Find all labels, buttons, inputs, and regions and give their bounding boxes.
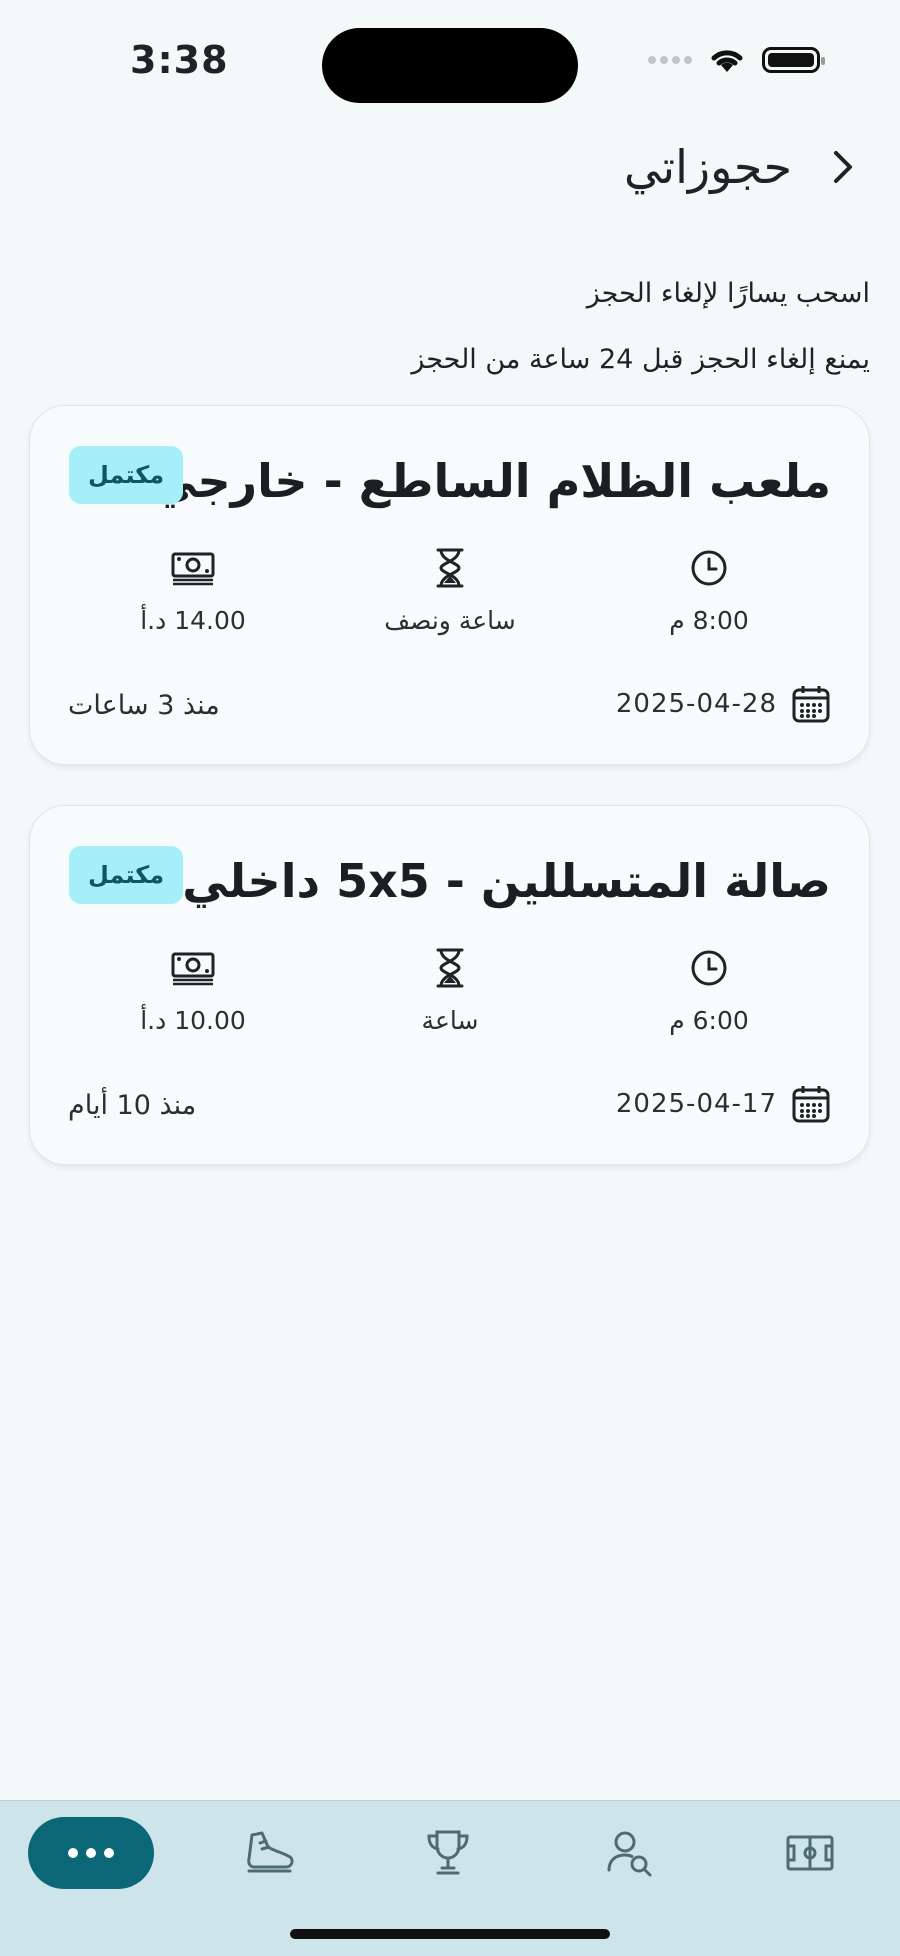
booking-card[interactable]: ملعب الظلام الساطع - خارجي مكتمل 8:00 م … [29, 405, 870, 765]
duration-value: ساعة ونصف [384, 606, 516, 635]
field-icon [786, 1835, 834, 1871]
booked-ago: منذ 3 ساعات [68, 690, 220, 721]
duration-value: ساعة [421, 1006, 479, 1035]
page-title: حجوزاتي [623, 140, 792, 194]
bottom-nav [0, 1800, 900, 1956]
booking-title: ملعب الظلام الساطع - خارجي [150, 454, 831, 508]
date-value: 2025-04-28 [615, 689, 777, 719]
clock-icon [691, 950, 727, 986]
status-bar: 3:38 [0, 0, 900, 130]
calendar-icon [792, 1086, 830, 1123]
calendar-icon [792, 686, 830, 723]
money-icon [171, 952, 215, 986]
user-search-icon [607, 1831, 652, 1877]
booking-card[interactable]: صالة المتسللين - 5x5 داخلي مكتمل 6:00 م … [29, 805, 870, 1165]
nav-trophy-button[interactable] [418, 1823, 478, 1883]
nav-more-button[interactable] [28, 1817, 154, 1889]
money-icon [171, 552, 215, 586]
hourglass-icon [436, 948, 464, 988]
clock-icon [691, 550, 727, 586]
swipe-hint: اسحب يسارًا لإلغاء الحجز [586, 278, 870, 309]
wifi-icon [711, 50, 743, 72]
home-indicator [290, 1929, 610, 1939]
shoe-icon [247, 1831, 294, 1873]
page-header: حجوزاتي [624, 140, 860, 194]
status-badge: مكتمل [69, 446, 183, 504]
back-chevron-icon[interactable] [826, 150, 860, 184]
booking-price: 10.00 د.أ [83, 946, 303, 1035]
booking-time: 8:00 م [599, 546, 819, 635]
nav-field-button[interactable] [780, 1823, 840, 1883]
booking-price: 14.00 د.أ [83, 546, 303, 635]
status-badge: مكتمل [69, 846, 183, 904]
date-value: 2025-04-17 [615, 1089, 777, 1119]
price-value: 14.00 د.أ [140, 606, 246, 635]
booking-duration: ساعة [340, 946, 560, 1035]
booked-ago: منذ 10 أيام [68, 1090, 197, 1121]
status-time: 3:38 [130, 38, 229, 82]
booking-date: 2025-04-28 [616, 684, 831, 724]
trophy-icon [427, 1830, 469, 1875]
booking-time: 6:00 م [599, 946, 819, 1035]
price-value: 10.00 د.أ [140, 1006, 246, 1035]
status-icons [648, 46, 825, 74]
more-icon [68, 1848, 78, 1858]
nav-user-search-button[interactable] [600, 1823, 660, 1883]
nav-shoe-button[interactable] [240, 1823, 300, 1883]
booking-duration: ساعة ونصف [340, 546, 560, 635]
booking-date: 2025-04-17 [616, 1084, 831, 1124]
cancel-policy-hint: يمنع إلغاء الحجز قبل 24 ساعة من الحجز [411, 344, 870, 375]
booking-title: صالة المتسللين - 5x5 داخلي [182, 854, 831, 908]
hourglass-icon [436, 548, 464, 588]
time-value: 6:00 م [669, 1006, 749, 1035]
battery-icon [762, 47, 825, 73]
time-value: 8:00 م [669, 606, 749, 635]
signal-icon [648, 56, 692, 64]
dynamic-island [322, 28, 578, 103]
